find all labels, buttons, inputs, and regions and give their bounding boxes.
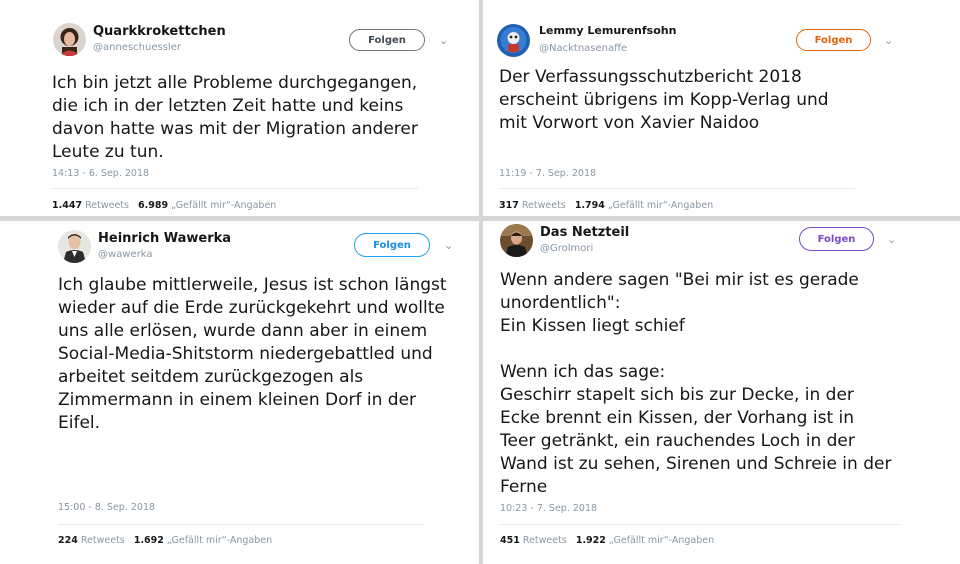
- tweet-stats: 1.447 Retweets 6.989 „Gefällt mir“-Angab…: [52, 200, 276, 211]
- display-name[interactable]: Lemmy Lemurenfsohn: [539, 24, 676, 37]
- stats-divider: [52, 188, 418, 189]
- tweet-card: Heinrich Wawerka @wawerka Folgen ⌄ Ich g…: [0, 221, 479, 564]
- like-label[interactable]: „Gefällt mir“-Angaben: [171, 200, 276, 211]
- retweet-label[interactable]: Retweets: [81, 535, 125, 546]
- follow-button[interactable]: Folgen: [799, 227, 874, 251]
- retweet-count[interactable]: 451: [500, 535, 520, 546]
- retweet-count[interactable]: 1.447: [52, 200, 82, 211]
- tweet-text: Wenn andere sagen "Bei mir ist es gerade…: [500, 270, 892, 497]
- like-count[interactable]: 6.989: [138, 200, 168, 211]
- tweet-card: Das Netzteil @Grolmori Folgen ⌄ Wenn and…: [483, 221, 960, 564]
- display-name[interactable]: Heinrich Wawerka: [98, 231, 231, 246]
- tweet-stats: 224 Retweets 1.692 „Gefällt mir“-Angaben: [58, 535, 272, 546]
- tweet-stats: 317 Retweets 1.794 „Gefällt mir“-Angaben: [499, 200, 713, 211]
- chevron-down-icon[interactable]: ⌄: [444, 239, 453, 252]
- like-label[interactable]: „Gefällt mir“-Angaben: [608, 200, 713, 211]
- user-handle[interactable]: @wawerka: [98, 249, 153, 260]
- stats-divider: [499, 188, 855, 189]
- stats-divider: [500, 524, 900, 525]
- user-handle[interactable]: @Grolmori: [540, 243, 593, 254]
- display-name[interactable]: Das Netzteil: [540, 225, 629, 240]
- follow-button[interactable]: Folgen: [796, 29, 871, 51]
- tweet-text: Ich glaube mittlerweile, Jesus ist schon…: [58, 275, 447, 433]
- display-name[interactable]: Quarkkrokettchen: [93, 24, 226, 39]
- woman-avatar[interactable]: [53, 23, 86, 56]
- man-avatar[interactable]: [58, 230, 91, 263]
- stats-divider: [58, 524, 424, 525]
- tweet-card: Quarkkrokettchen @anneschuessler Folgen …: [0, 0, 479, 216]
- retweet-label[interactable]: Retweets: [522, 200, 566, 211]
- follow-button[interactable]: Folgen: [354, 233, 430, 257]
- tweet-timestamp[interactable]: 10:23 - 7. Sep. 2018: [500, 503, 597, 514]
- follow-button[interactable]: Folgen: [349, 29, 425, 51]
- person-avatar[interactable]: [500, 224, 533, 257]
- cartoon-avatar[interactable]: [497, 24, 530, 57]
- tweet-stats: 451 Retweets 1.922 „Gefällt mir“-Angaben: [500, 535, 714, 546]
- retweet-label[interactable]: Retweets: [523, 535, 567, 546]
- retweet-count[interactable]: 224: [58, 535, 78, 546]
- like-count[interactable]: 1.692: [134, 535, 164, 546]
- tweet-timestamp[interactable]: 11:19 - 7. Sep. 2018: [499, 168, 596, 179]
- tweet-text: Der Verfassungsschutzbericht 2018 ersche…: [499, 67, 829, 133]
- chevron-down-icon[interactable]: ⌄: [884, 34, 893, 47]
- chevron-down-icon[interactable]: ⌄: [439, 34, 448, 47]
- tweet-timestamp[interactable]: 15:00 - 8. Sep. 2018: [58, 502, 155, 513]
- retweet-label[interactable]: Retweets: [85, 200, 129, 211]
- retweet-count[interactable]: 317: [499, 200, 519, 211]
- like-label[interactable]: „Gefällt mir“-Angaben: [167, 535, 272, 546]
- like-label[interactable]: „Gefällt mir“-Angaben: [609, 535, 714, 546]
- user-handle[interactable]: @anneschuessler: [93, 42, 181, 53]
- tweet-card: Lemmy Lemurenfsohn @Nacktnasenaffe Folge…: [483, 0, 960, 216]
- like-count[interactable]: 1.922: [576, 535, 606, 546]
- tweet-timestamp[interactable]: 14:13 - 6. Sep. 2018: [52, 168, 149, 179]
- user-handle[interactable]: @Nacktnasenaffe: [539, 43, 627, 54]
- chevron-down-icon[interactable]: ⌄: [887, 233, 896, 246]
- like-count[interactable]: 1.794: [575, 200, 605, 211]
- tweet-text: Ich bin jetzt alle Probleme durchgegange…: [52, 73, 418, 162]
